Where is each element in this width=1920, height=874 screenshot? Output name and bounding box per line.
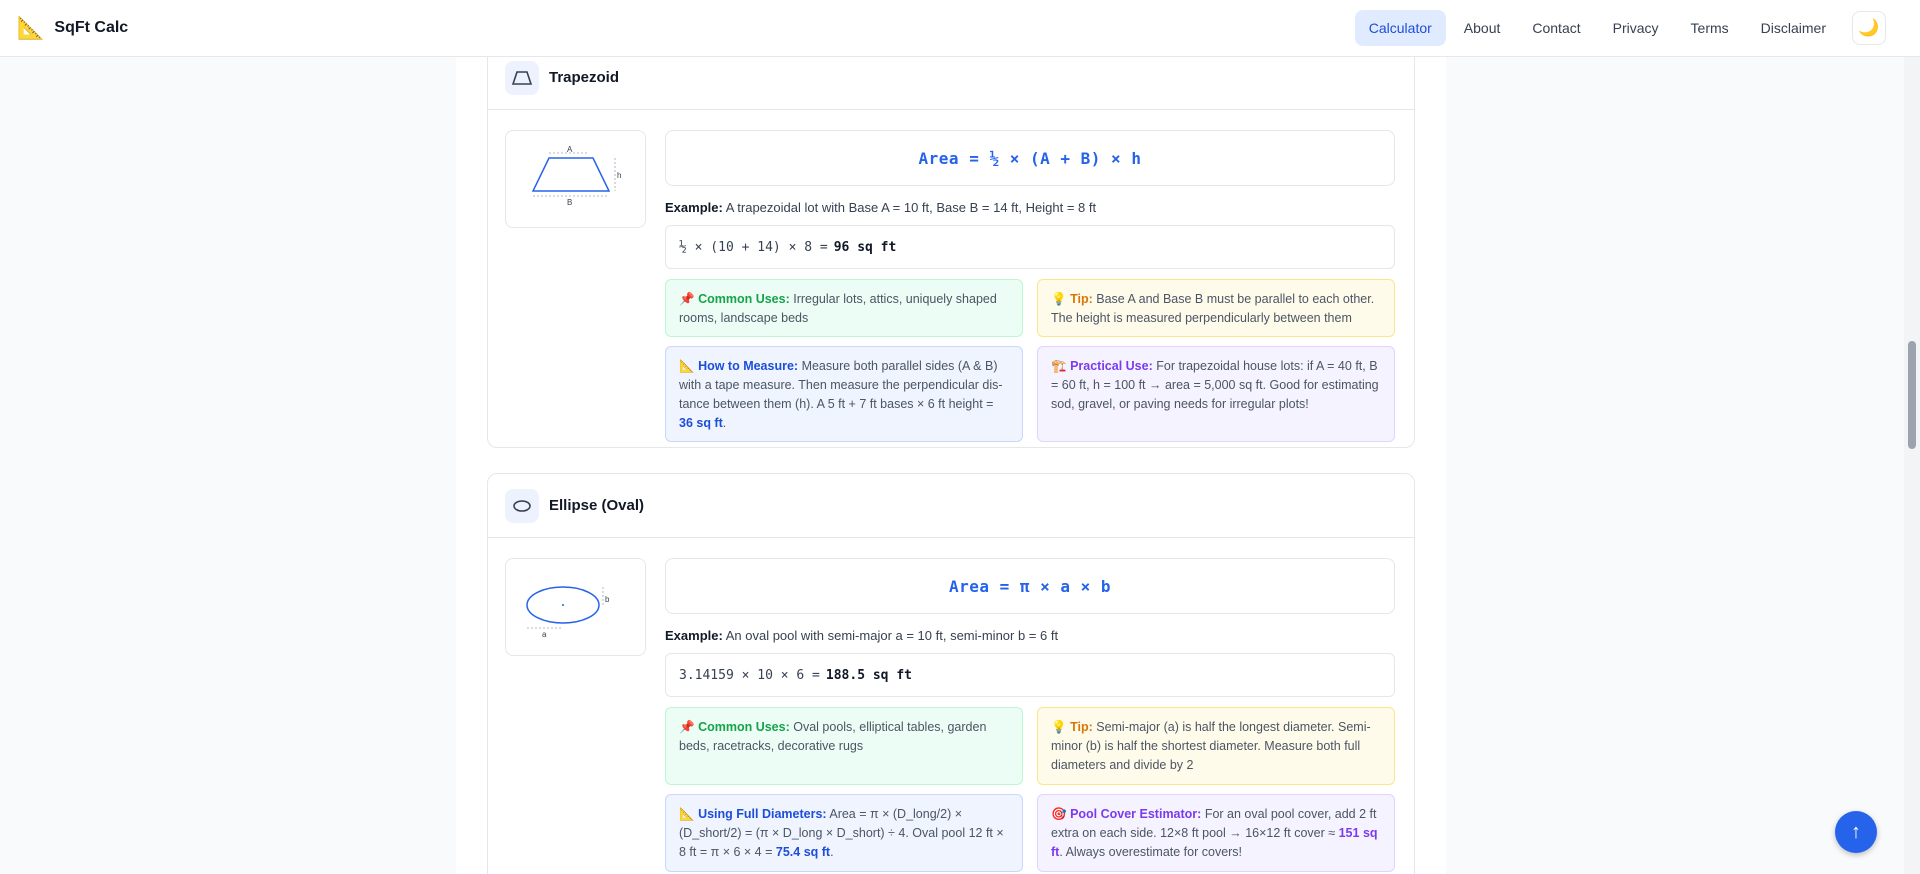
card-body: b a Area = π × a × b Example: An oval po… bbox=[488, 538, 1414, 874]
nav-privacy[interactable]: Privacy bbox=[1599, 10, 1673, 46]
trapezoid-icon bbox=[505, 60, 539, 95]
nav-disclaimer[interactable]: Disclaimer bbox=[1747, 10, 1840, 46]
label-b: b bbox=[605, 595, 610, 604]
nav-contact[interactable]: Contact bbox=[1518, 10, 1594, 46]
label-b: B bbox=[567, 198, 572, 207]
pushpin-icon: 📌 bbox=[679, 292, 695, 306]
how-to-measure-tip: 📐 How to Measure: Measure both parallel … bbox=[665, 346, 1023, 442]
page-scrollbar[interactable] bbox=[1904, 57, 1920, 874]
triangular-ruler-icon: 📐 bbox=[679, 807, 695, 821]
common-uses-tip: 📌 Common Uses: Oval pools, elliptical ta… bbox=[665, 707, 1023, 785]
calculation: ½ × (10 + 14) × 8 = 96 sq ft bbox=[665, 225, 1395, 269]
formula-content: Area = ½ × (A + B) × h Example: A trapez… bbox=[665, 130, 1395, 442]
construction-icon: 🏗️ bbox=[1051, 359, 1067, 373]
common-uses-tip: 📌 Common Uses: Irregular lots, attics, u… bbox=[665, 279, 1023, 337]
top-nav-bar: 📐 SqFt Calc Calculator About Contact Pri… bbox=[0, 0, 1920, 57]
triangular-ruler-icon: 📐 bbox=[679, 359, 695, 373]
calc-result: 188.5 sq ft bbox=[825, 667, 912, 683]
card-title: Trapezoid bbox=[549, 69, 620, 86]
example: Example: A trapezoidal lot with Base A =… bbox=[665, 200, 1097, 215]
arrow-up-icon: ↑ bbox=[1851, 820, 1861, 843]
calc-result: 96 sq ft bbox=[833, 239, 897, 255]
formula: Area = π × a × b bbox=[665, 558, 1395, 614]
pool-cover-estimator-tip: 🎯 Pool Cover Estimator: For an oval pool… bbox=[1037, 794, 1395, 872]
target-icon: 🎯 bbox=[1051, 807, 1067, 821]
back-to-top-button[interactable]: ↑ bbox=[1835, 811, 1877, 853]
tips-grid: 📌 Common Uses: Irregular lots, attics, u… bbox=[665, 279, 1395, 442]
trapezoid-diagram: A h B bbox=[505, 130, 646, 228]
lightbulb-icon: 💡 bbox=[1051, 720, 1067, 734]
triangular-ruler-icon: 📐 bbox=[17, 15, 45, 40]
main-nav: Calculator About Contact Privacy Terms D… bbox=[1354, 10, 1886, 46]
practical-use-tip: 🏗️ Practical Use: For trapezoidal house … bbox=[1037, 346, 1395, 442]
app-name: SqFt Calc bbox=[54, 19, 129, 36]
label-a: A bbox=[567, 145, 573, 154]
card-header: Ellipse (Oval) bbox=[488, 474, 1414, 538]
card-header: Trapezoid bbox=[488, 57, 1414, 110]
ellipse-diagram: b a bbox=[505, 558, 646, 656]
theme-toggle-button[interactable]: 🌙 bbox=[1852, 11, 1886, 45]
tip-box: 💡 Tip: Semi-major (a) is half the longes… bbox=[1037, 707, 1395, 785]
nav-about[interactable]: About bbox=[1450, 10, 1515, 46]
example: Example: An oval pool with semi-major a … bbox=[665, 628, 1059, 643]
main-content: Trapezoid A h B Area = ½ × (A + B) × h E… bbox=[456, 57, 1446, 874]
card-title: Ellipse (Oval) bbox=[549, 497, 645, 514]
scrollbar-thumb[interactable] bbox=[1908, 341, 1916, 449]
label-a: a bbox=[542, 630, 547, 639]
ellipse-card: Ellipse (Oval) b a Area = π × a × b Exam… bbox=[487, 473, 1415, 874]
trapezoid-card: Trapezoid A h B Area = ½ × (A + B) × h E… bbox=[487, 57, 1415, 448]
label-h: h bbox=[617, 171, 621, 180]
lightbulb-icon: 💡 bbox=[1051, 292, 1067, 306]
tips-grid: 📌 Common Uses: Oval pools, elliptical ta… bbox=[665, 707, 1395, 872]
calculation: 3.14159 × 10 × 6 = 188.5 sq ft bbox=[665, 653, 1395, 697]
pushpin-icon: 📌 bbox=[679, 720, 695, 734]
card-body: A h B Area = ½ × (A + B) × h Example: A … bbox=[488, 110, 1414, 462]
moon-icon: 🌙 bbox=[1858, 18, 1880, 37]
ellipse-icon bbox=[505, 488, 539, 523]
using-full-diameters-tip: 📐 Using Full Diameters: Area = π × (D_lo… bbox=[665, 794, 1023, 872]
formula-content: Area = π × a × b Example: An oval pool w… bbox=[665, 558, 1395, 872]
tip-box: 💡 Tip: Base A and Base B must be paralle… bbox=[1037, 279, 1395, 337]
nav-calculator[interactable]: Calculator bbox=[1354, 10, 1446, 46]
logo[interactable]: 📐 SqFt Calc bbox=[17, 17, 128, 39]
nav-terms[interactable]: Terms bbox=[1677, 10, 1743, 46]
formula: Area = ½ × (A + B) × h bbox=[665, 130, 1395, 186]
